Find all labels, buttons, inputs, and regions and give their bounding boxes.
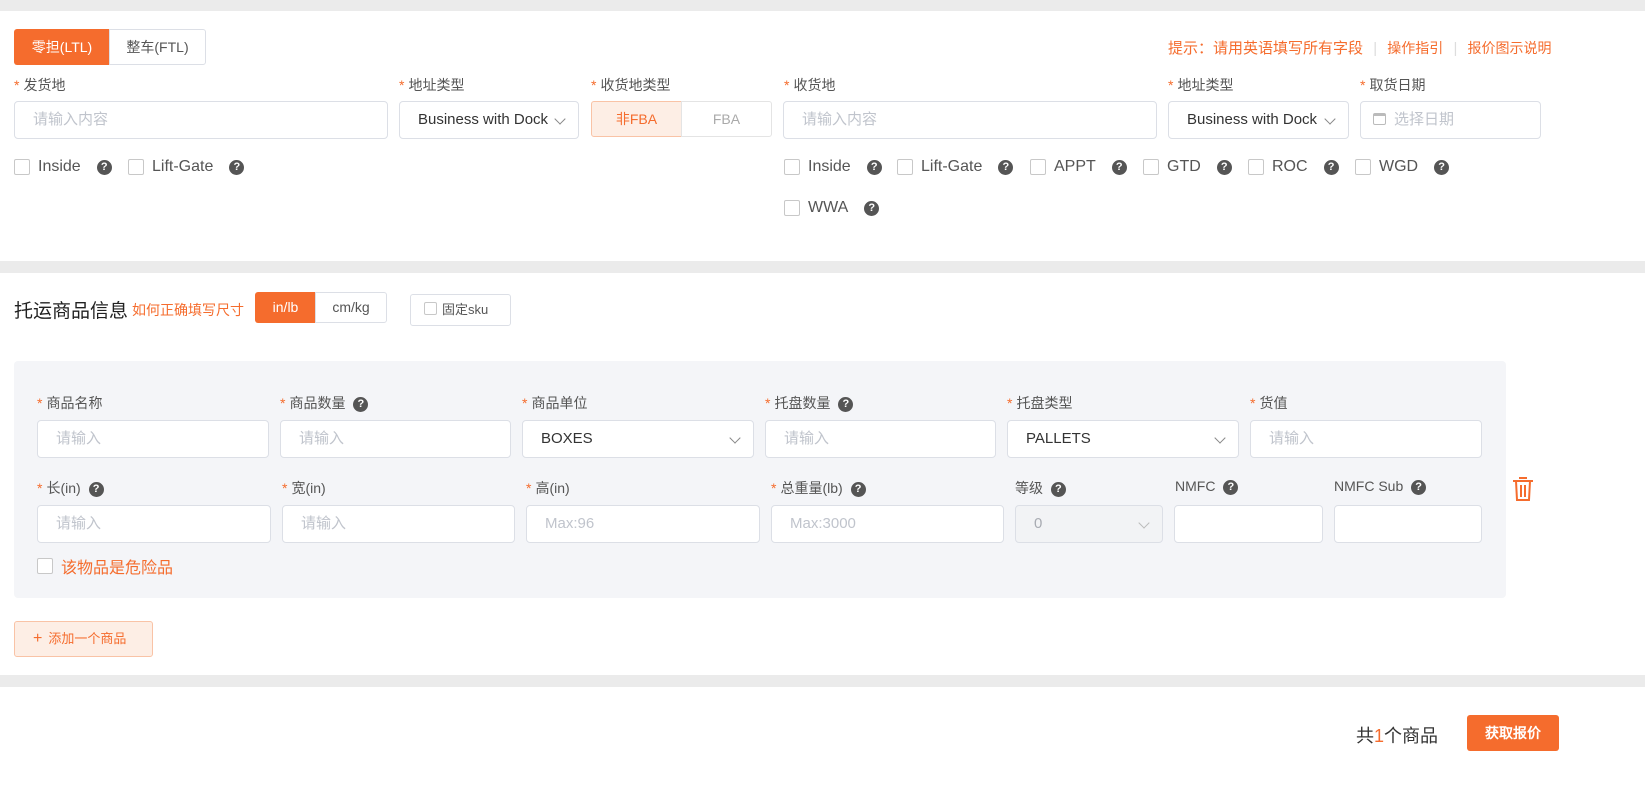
item-name-label: * 商品名称 bbox=[37, 395, 103, 411]
plus-icon: + bbox=[33, 630, 43, 647]
help-icon[interactable]: ? bbox=[1434, 159, 1450, 175]
nmfc-sub-label: NMFC Sub ? bbox=[1334, 478, 1427, 495]
nmfc-label: NMFC ? bbox=[1175, 478, 1239, 495]
checkbox[interactable] bbox=[14, 159, 30, 175]
item-qty-label: * 商品数量 ? bbox=[280, 393, 369, 413]
fixed-sku-toggle[interactable]: 固定sku bbox=[410, 294, 511, 326]
origin-option-inside[interactable]: Inside? bbox=[14, 158, 112, 176]
item-name-input[interactable]: 请输入 bbox=[37, 420, 269, 458]
goods-value-label: * 货值 bbox=[1250, 395, 1288, 411]
pallet-type-select[interactable]: PALLETS bbox=[1007, 420, 1239, 458]
total-weight-label: * 总重量(lb) ? bbox=[771, 478, 866, 498]
unit-in-lb[interactable]: in/lb bbox=[255, 292, 316, 323]
help-icon[interactable]: ? bbox=[1323, 159, 1339, 175]
checkbox[interactable] bbox=[1355, 159, 1371, 175]
class-select[interactable]: 0 bbox=[1015, 505, 1163, 543]
dest-type-label: * 收货地类型 bbox=[591, 77, 671, 93]
pickup-date-input[interactable]: 选择日期 bbox=[1360, 101, 1541, 139]
tab-ftl[interactable]: 整车(FTL) bbox=[109, 29, 206, 65]
dest-option-gtd[interactable]: GTD? bbox=[1143, 158, 1232, 176]
add-item-button[interactable]: + 添加一个商品 bbox=[14, 621, 153, 657]
help-icon[interactable]: ? bbox=[864, 200, 880, 216]
origin-addr-type-select[interactable]: Business with Dock bbox=[399, 101, 579, 139]
origin-input[interactable]: 请输入内容 bbox=[14, 101, 388, 139]
dest-option-wwa[interactable]: WWA? bbox=[784, 199, 880, 217]
chevron-down-icon bbox=[729, 432, 741, 444]
checkbox[interactable] bbox=[1248, 159, 1264, 175]
help-icon[interactable]: ? bbox=[866, 159, 882, 175]
trash-icon[interactable] bbox=[1512, 476, 1534, 502]
tab-ltl[interactable]: 零担(LTL) bbox=[14, 29, 110, 65]
length-input[interactable]: 请输入 bbox=[37, 505, 271, 543]
pickup-date-label: * 取货日期 bbox=[1360, 77, 1426, 93]
help-icon[interactable]: ? bbox=[838, 396, 854, 412]
checkbox[interactable] bbox=[424, 302, 437, 315]
item-qty-input[interactable]: 请输入 bbox=[280, 420, 511, 458]
dest-option-roc[interactable]: ROC? bbox=[1248, 158, 1339, 176]
class-label: 等级 ? bbox=[1015, 478, 1066, 498]
checkbox[interactable] bbox=[37, 558, 53, 574]
dest-option-wgd[interactable]: WGD? bbox=[1355, 158, 1450, 176]
goods-title: 托运商品信息 bbox=[14, 301, 129, 322]
get-quote-button[interactable]: 获取报价 bbox=[1467, 715, 1559, 751]
checkbox[interactable] bbox=[1143, 159, 1159, 175]
help-icon[interactable]: ? bbox=[96, 159, 112, 175]
help-icon[interactable]: ? bbox=[1411, 479, 1427, 495]
origin-addr-type-label: * 地址类型 bbox=[399, 77, 465, 93]
help-icon[interactable]: ? bbox=[88, 481, 104, 497]
dest-label: * 收货地 bbox=[784, 77, 836, 93]
chevron-down-icon bbox=[554, 113, 566, 125]
help-icon[interactable]: ? bbox=[1223, 479, 1239, 495]
help-icon[interactable]: ? bbox=[1050, 481, 1066, 497]
checkbox[interactable] bbox=[128, 159, 144, 175]
quote-explain-link[interactable]: 报价图示说明 bbox=[1468, 40, 1552, 56]
checkbox[interactable] bbox=[897, 159, 913, 175]
height-label: * 高(in) bbox=[526, 480, 570, 496]
dest-type-fba[interactable]: FBA bbox=[681, 101, 772, 137]
width-label: * 宽(in) bbox=[282, 480, 326, 496]
checkbox[interactable] bbox=[1030, 159, 1046, 175]
checkbox[interactable] bbox=[784, 200, 800, 216]
help-icon[interactable]: ? bbox=[1216, 159, 1232, 175]
dest-option-appt[interactable]: APPT? bbox=[1030, 158, 1127, 176]
help-icon[interactable]: ? bbox=[353, 396, 369, 412]
origin-label: * 发货地 bbox=[14, 77, 66, 93]
width-input[interactable]: 请输入 bbox=[282, 505, 515, 543]
height-input[interactable]: Max:96 bbox=[526, 505, 760, 543]
dangerous-goods-option[interactable]: 该物品是危险品 bbox=[37, 554, 173, 578]
dest-option-inside[interactable]: Inside? bbox=[784, 158, 882, 176]
item-unit-select[interactable]: BOXES bbox=[522, 420, 754, 458]
help-icon[interactable]: ? bbox=[998, 159, 1014, 175]
dest-input[interactable]: 请输入内容 bbox=[783, 101, 1157, 139]
nmfc-sub-input[interactable] bbox=[1334, 505, 1482, 543]
dest-addr-type-select[interactable]: Business with Dock bbox=[1168, 101, 1349, 139]
pallet-qty-input[interactable]: 请输入 bbox=[765, 420, 996, 458]
unit-cm-kg[interactable]: cm/kg bbox=[315, 292, 387, 323]
chevron-down-icon bbox=[1138, 517, 1150, 529]
size-help-link[interactable]: 如何正确填写尺寸 bbox=[132, 300, 244, 320]
calendar-icon bbox=[1373, 113, 1386, 125]
chevron-down-icon bbox=[1214, 432, 1226, 444]
item-total: 共1个商品 bbox=[1356, 726, 1439, 746]
checkbox[interactable] bbox=[784, 159, 800, 175]
english-tip: 提示：请用英语填写所有字段 bbox=[1168, 40, 1364, 57]
pallet-qty-label: * 托盘数量 ? bbox=[765, 393, 854, 413]
guide-link[interactable]: 操作指引 bbox=[1387, 40, 1443, 56]
help-icon[interactable]: ? bbox=[850, 481, 866, 497]
total-weight-input[interactable]: Max:3000 bbox=[771, 505, 1004, 543]
nmfc-input[interactable] bbox=[1174, 505, 1323, 543]
dest-type-nonfba[interactable]: 非FBA bbox=[591, 101, 682, 137]
goods-value-input[interactable]: 请输入 bbox=[1250, 420, 1482, 458]
pallet-type-label: * 托盘类型 bbox=[1007, 395, 1073, 411]
dest-addr-type-label: * 地址类型 bbox=[1168, 77, 1234, 93]
origin-option-liftgate[interactable]: Lift-Gate? bbox=[128, 158, 245, 176]
item-unit-label: * 商品单位 bbox=[522, 395, 588, 411]
dest-option-liftgate[interactable]: Lift-Gate? bbox=[897, 158, 1014, 176]
help-icon[interactable]: ? bbox=[1111, 159, 1127, 175]
help-icon[interactable]: ? bbox=[229, 159, 245, 175]
length-label: * 长(in) ? bbox=[37, 478, 104, 498]
chevron-down-icon bbox=[1324, 113, 1336, 125]
